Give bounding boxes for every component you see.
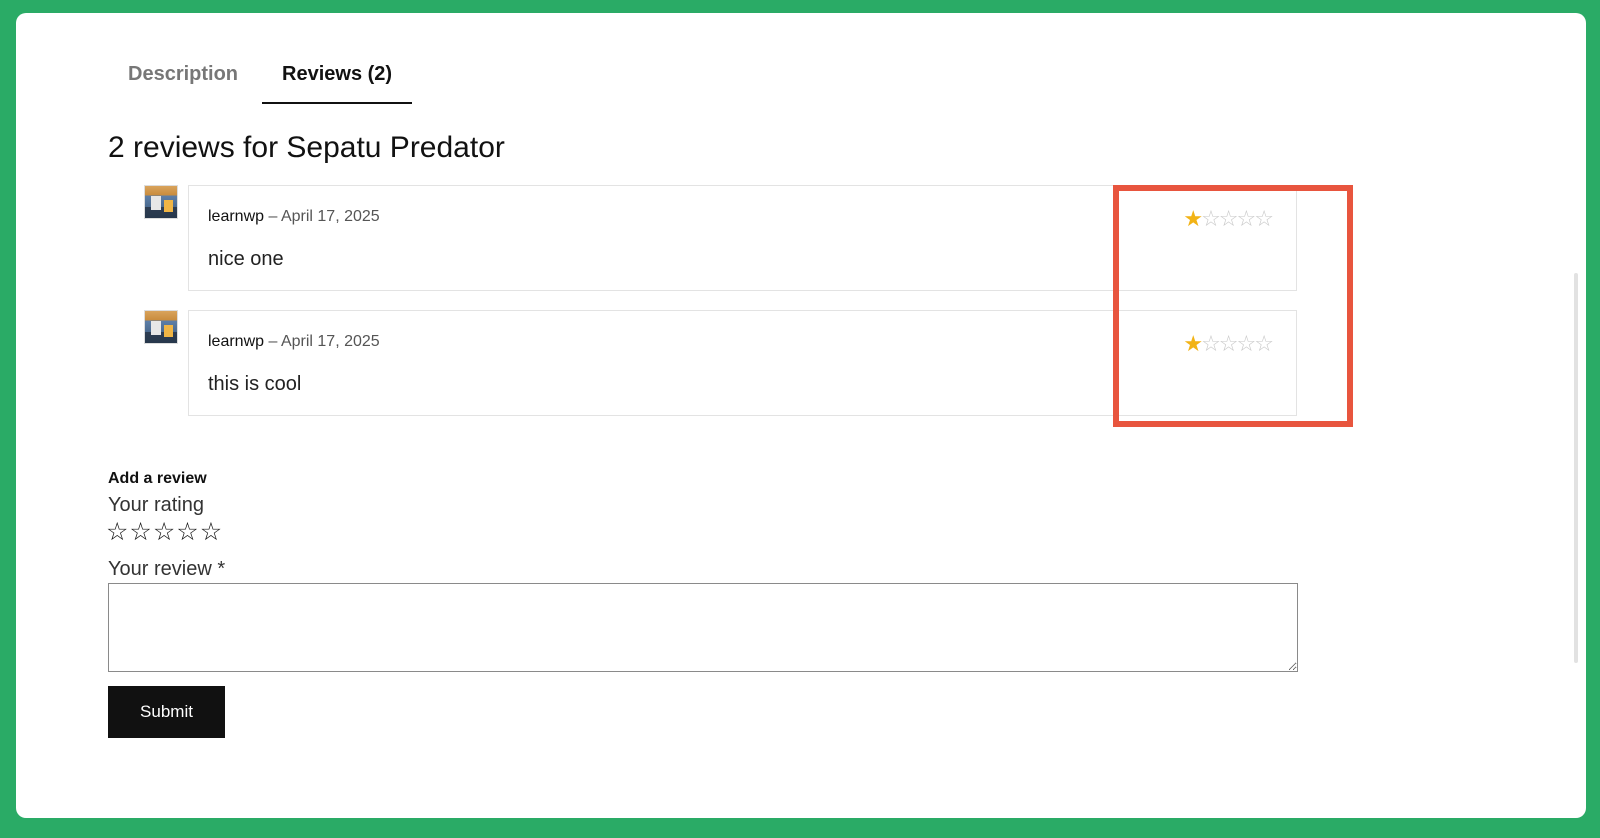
submit-button[interactable]: Submit	[108, 686, 225, 738]
avatar	[144, 310, 178, 344]
rating-star-4-icon[interactable]: ☆	[176, 518, 199, 546]
rating-star-3-icon[interactable]: ☆	[153, 518, 176, 546]
avatar	[144, 185, 178, 219]
scrollbar[interactable]	[1574, 273, 1578, 663]
review-label: Your review *	[108, 558, 226, 580]
rating-star-1-icon[interactable]: ☆	[106, 518, 129, 546]
review-date: April 17, 2025	[280, 333, 380, 350]
rating-star-5-icon[interactable]: ☆	[200, 518, 223, 546]
product-tabs: Description Reviews (2)	[108, 53, 416, 104]
highlight-box	[1113, 185, 1353, 427]
tab-description[interactable]: Description	[108, 53, 258, 104]
add-review-title: Add a review	[108, 470, 207, 487]
rating-star-2-icon[interactable]: ☆	[129, 518, 152, 546]
review-meta: learnwp – April 17, 2025	[208, 208, 380, 226]
rating-label: Your rating	[108, 494, 204, 516]
meta-separator: –	[264, 333, 281, 350]
reviews-heading: 2 reviews for Sepatu Predator	[108, 131, 505, 164]
content-panel: Description Reviews (2) 2 reviews for Se…	[16, 13, 1586, 818]
review-author: learnwp	[208, 208, 265, 225]
review-comment: nice one	[208, 248, 284, 270]
review-meta: learnwp – April 17, 2025	[208, 333, 380, 351]
review-date: April 17, 2025	[280, 208, 380, 225]
meta-separator: –	[264, 208, 281, 225]
rating-input: ☆☆☆☆☆	[106, 517, 223, 547]
review-textarea[interactable]	[108, 583, 1298, 672]
review-author: learnwp	[208, 333, 265, 350]
review-comment: this is cool	[208, 373, 302, 395]
tab-reviews[interactable]: Reviews (2)	[262, 53, 413, 104]
